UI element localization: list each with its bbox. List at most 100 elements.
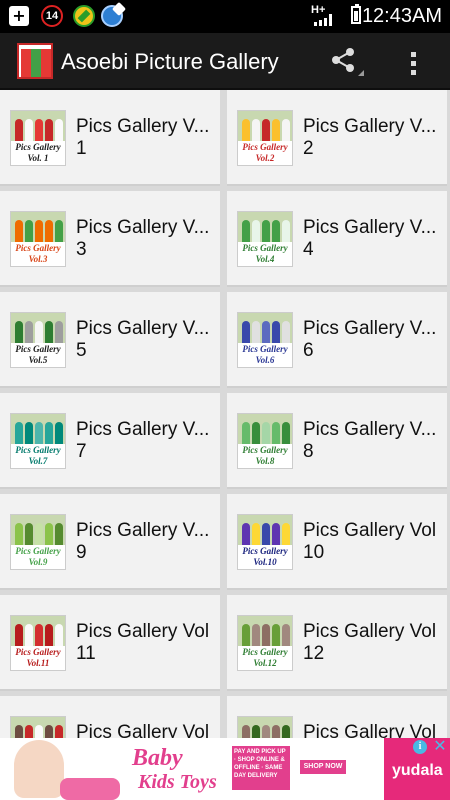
thumbnail-figure (282, 725, 290, 738)
gallery-card-title-text: Pics Gallery V... (76, 520, 210, 541)
gallery-thumbnail: Pics Gallery Vol.5 (10, 312, 66, 368)
app-title: Asoebi Picture Gallery (61, 49, 279, 74)
ad-shop-now-button[interactable]: SHOP NOW (300, 760, 346, 774)
thumbnail-figure (272, 725, 280, 738)
share-button[interactable] (322, 42, 366, 82)
thumbnail-figure (55, 119, 63, 141)
thumbnail-photo (238, 111, 292, 141)
thumbnail-volume: Vol. 1 (27, 153, 49, 163)
gallery-thumbnail (237, 716, 293, 738)
gallery-thumbnail: Pics Gallery Vol. 1 (10, 110, 66, 166)
gallery-card[interactable]: Pics Gallery Vol.5 Pics Gallery V... 5 (0, 292, 220, 388)
thumbnail-photo (11, 414, 65, 444)
clock: 12:43AM (361, 5, 442, 27)
gallery-grid: Pics Gallery Vol. 1 Pics Gallery V... 1 Pics… (0, 90, 450, 738)
ad-toy-image (60, 778, 120, 800)
thumbnail-volume: Vol.3 (28, 254, 48, 264)
gallery-card-title: Pics Gallery V... 6 (303, 318, 445, 362)
gallery-thumbnail (10, 716, 66, 738)
thumbnail-figure (262, 725, 270, 738)
thumbnail-figure (15, 523, 23, 545)
thumbnail-photo (238, 616, 292, 646)
thumbnail-figure (25, 321, 33, 343)
ad-info-icon[interactable]: i (413, 740, 427, 754)
thumbnail-figure (55, 422, 63, 444)
gallery-card[interactable]: Pics Gallery Vol.4 Pics Gallery V... 4 (227, 191, 447, 287)
gallery-card[interactable]: Pics Gallery Vol (0, 696, 220, 738)
thumbnail-figure (35, 624, 43, 646)
ad-close-icon[interactable]: ✕ (432, 738, 448, 754)
gallery-card[interactable]: Pics Gallery Vol.11 Pics Gallery Vol 11 (0, 595, 220, 691)
gallery-card-title-text: Pics Gallery V... (303, 318, 437, 339)
gallery-card[interactable]: Pics Gallery Vol. 1 Pics Gallery V... 1 (0, 90, 220, 186)
gallery-card[interactable]: Pics Gallery Vol.3 Pics Gallery V... 3 (0, 191, 220, 287)
thumbnail-figure (242, 422, 250, 444)
thumbnail-figure (45, 725, 53, 738)
shield-plus-icon: + (9, 6, 29, 26)
thumbnail-figure (272, 422, 280, 444)
thumbnail-photo (11, 616, 65, 646)
gallery-card-title: Pics Gallery Vol 11 (76, 621, 218, 665)
thumbnail-volume: Vol.8 (255, 456, 275, 466)
gallery-card[interactable]: Pics Gallery Vol (227, 696, 447, 738)
app-bar: Asoebi Picture Gallery (0, 33, 450, 90)
gallery-card[interactable]: Pics Gallery Vol.8 Pics Gallery V... 8 (227, 393, 447, 489)
thumbnail-figure (252, 119, 260, 141)
thumbnail-figure (55, 523, 63, 545)
thumbnail-photo (238, 212, 292, 242)
gallery-thumbnail: Pics Gallery Vol.8 (237, 413, 293, 469)
gallery-card-number: 3 (76, 239, 87, 260)
thumbnail-volume: Vol.11 (26, 658, 50, 668)
gallery-card-title: Pics Gallery V... 5 (76, 318, 218, 362)
thumbnail-figure (25, 523, 33, 545)
thumbnail-figure (252, 422, 260, 444)
thumbnail-caption: Pics Gallery (15, 445, 61, 455)
gallery-card[interactable]: Pics Gallery Vol.7 Pics Gallery V... 7 (0, 393, 220, 489)
thumbnail-figure (272, 624, 280, 646)
battery-icon (351, 4, 361, 24)
ad-baby-image (14, 740, 64, 798)
thumbnail-figure (55, 321, 63, 343)
thumbnail-figure (242, 119, 250, 141)
thumbnail-figure (45, 321, 53, 343)
overflow-menu-button[interactable] (398, 42, 428, 82)
thumbnail-caption: Pics Gallery (242, 445, 288, 455)
signal-icon (314, 14, 336, 26)
thumbnail-caption: Pics Gallery (15, 142, 61, 152)
thumbnail-figure (262, 422, 270, 444)
thumbnail-figure (15, 321, 23, 343)
thumbnail-figure (15, 624, 23, 646)
gallery-card[interactable]: Pics Gallery Vol.6 Pics Gallery V... 6 (227, 292, 447, 388)
thumbnail-figure (15, 220, 23, 242)
thumbnail-caption: Pics Gallery (15, 344, 61, 354)
gallery-card[interactable]: Pics Gallery Vol.12 Pics Gallery Vol 12 (227, 595, 447, 691)
dropdown-corner-icon (358, 70, 364, 76)
thumbnail-figure (25, 119, 33, 141)
thumbnail-figure (282, 220, 290, 242)
thumbnail-caption: Pics Gallery (242, 243, 288, 253)
thumbnail-photo (11, 717, 65, 738)
thumbnail-figure (272, 220, 280, 242)
thumbnail-figure (262, 624, 270, 646)
gallery-card-title-text: Pics Gallery Vol (303, 722, 437, 738)
gallery-thumbnail: Pics Gallery Vol.10 (237, 514, 293, 570)
thumbnail-volume: Vol.7 (28, 456, 48, 466)
gallery-card[interactable]: Pics Gallery Vol.9 Pics Gallery V... 9 (0, 494, 220, 590)
app-logo-icon (17, 43, 53, 79)
thumbnail-figure (252, 220, 260, 242)
gallery-thumbnail: Pics Gallery Vol.3 (10, 211, 66, 267)
gallery-thumbnail: Pics Gallery Vol.11 (10, 615, 66, 671)
gallery-card-number: 7 (76, 441, 87, 462)
thumbnail-caption: Pics Gallery (15, 243, 61, 253)
gallery-card[interactable]: Pics Gallery Vol.10 Pics Gallery Vol 10 (227, 494, 447, 590)
gallery-card-title: Pics Gallery V... 7 (76, 419, 218, 463)
gallery-card[interactable]: Pics Gallery Vol.2 Pics Gallery V... 2 (227, 90, 447, 186)
ad-banner[interactable]: Baby Kids Toys PAY AND PICK UP · SHOP ON… (0, 738, 450, 800)
thumbnail-figure (25, 220, 33, 242)
thumbnail-figure (35, 220, 43, 242)
thumbnail-figure (262, 321, 270, 343)
gallery-thumbnail: Pics Gallery Vol.12 (237, 615, 293, 671)
gallery-card-title-text: Pics Gallery V... (76, 318, 210, 339)
gallery-card-title-text: Pics Gallery Vol (303, 621, 437, 642)
thumbnail-photo (238, 313, 292, 343)
